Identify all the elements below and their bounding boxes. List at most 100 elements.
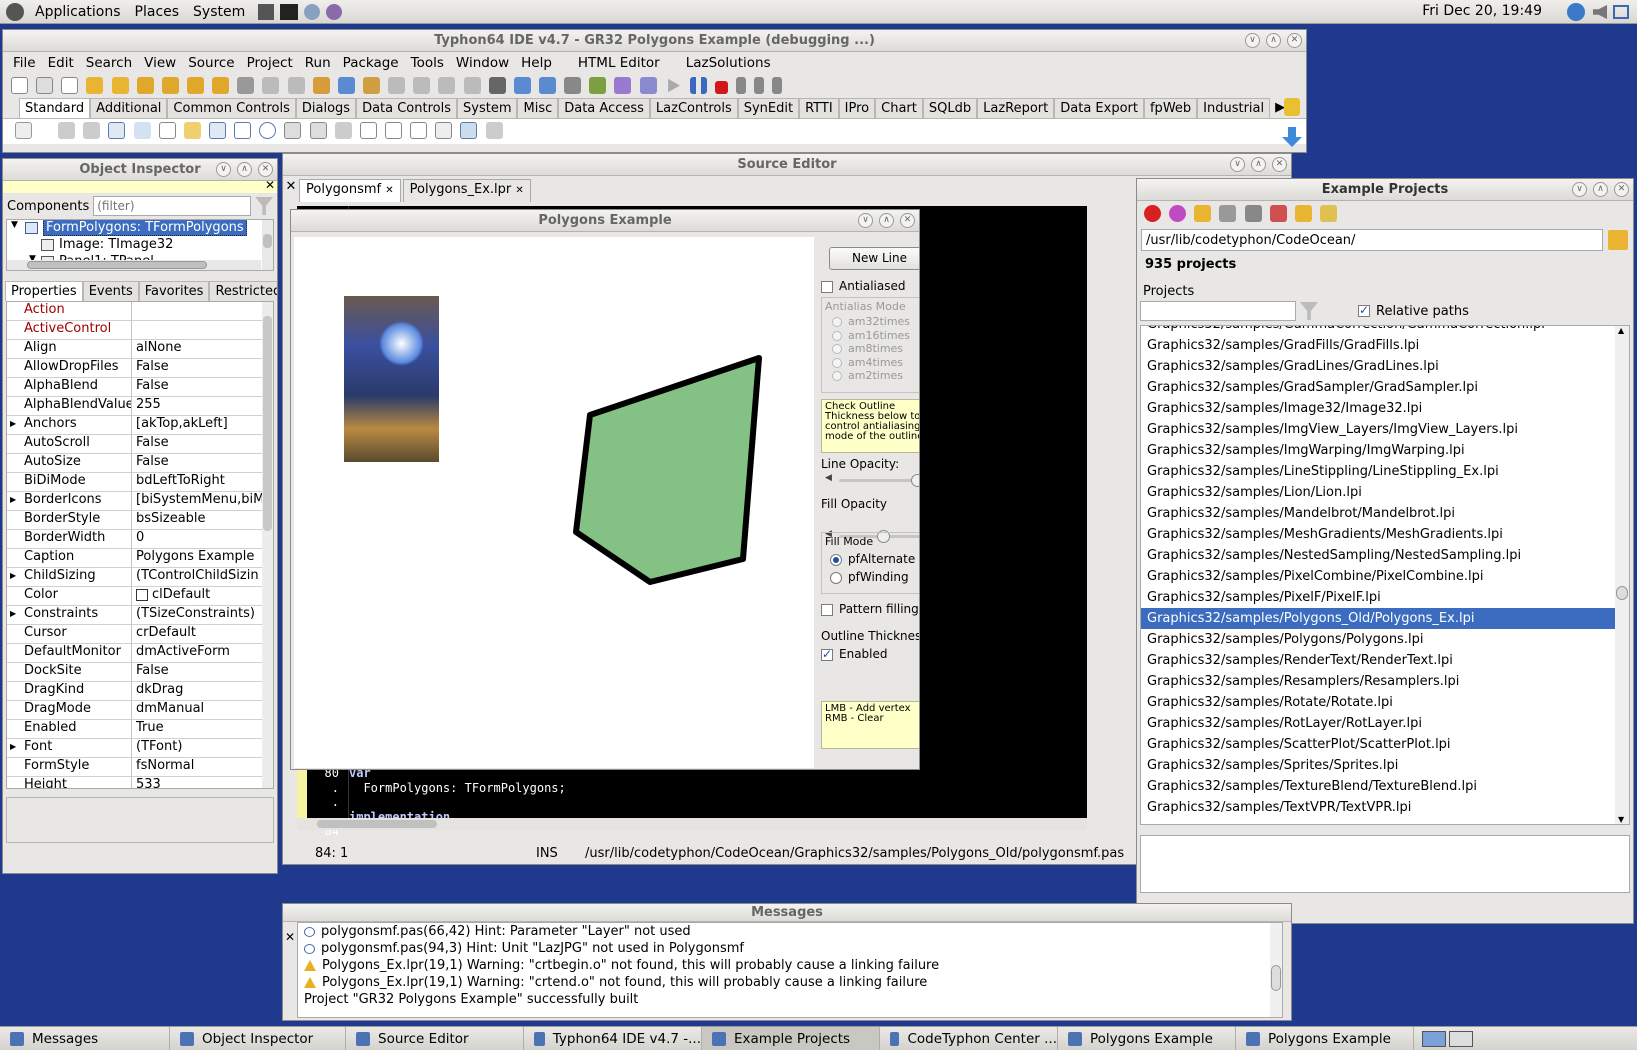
- project-list-item[interactable]: Graphics32/samples/Image32/Image32.lpi: [1141, 398, 1619, 419]
- label-component-icon[interactable]: [133, 122, 151, 139]
- groupbox-component-icon[interactable]: [359, 122, 377, 139]
- main-menu-component-icon[interactable]: [58, 122, 76, 139]
- minimize-icon[interactable]: ∨: [1245, 33, 1260, 48]
- frame-component-icon[interactable]: [460, 122, 478, 139]
- stop-icon[interactable]: [714, 81, 728, 94]
- new-unit-icon[interactable]: [61, 77, 79, 94]
- chat-launcher-icon[interactable]: [326, 3, 343, 20]
- radiogroup-component-icon[interactable]: [384, 122, 402, 139]
- project-list-item[interactable]: Graphics32/samples/Polygons_Old/Polygons…: [1141, 608, 1619, 629]
- property-value[interactable]: (TControlChildSizin: [132, 568, 273, 586]
- components-filter-input[interactable]: [93, 196, 252, 216]
- property-value[interactable]: [akTop,akLeft]: [132, 416, 273, 434]
- project-list-item[interactable]: Graphics32/samples/TextVPR/TextVPR.lpi: [1141, 797, 1619, 818]
- property-row[interactable]: Cursor crDefault: [7, 625, 273, 644]
- property-value[interactable]: [biSystemMenu,biM: [132, 492, 273, 510]
- tab-properties[interactable]: Properties: [5, 281, 83, 301]
- taskbar-item[interactable]: CodeTyphon Center ...: [880, 1027, 1058, 1050]
- se-maximize-icon[interactable]: ∧: [1251, 157, 1266, 172]
- project-list-item[interactable]: Graphics32/samples/LineStippling/LineSti…: [1141, 461, 1619, 482]
- menu-html-editor[interactable]: HTML Editor: [578, 55, 660, 71]
- taskbar-item[interactable]: Messages: [0, 1027, 170, 1050]
- workspace-switcher[interactable]: [1414, 1027, 1473, 1050]
- property-value[interactable]: False: [132, 378, 273, 396]
- debug-config-icon[interactable]: [513, 77, 531, 94]
- close-icon[interactable]: ✕: [1287, 33, 1302, 48]
- options-icon[interactable]: [312, 77, 330, 94]
- relative-paths-check[interactable]: [1358, 303, 1370, 317]
- project-list-item[interactable]: Graphics32/samples/Polygons/Polygons.lpi: [1141, 629, 1619, 650]
- property-value[interactable]: [132, 321, 273, 339]
- project-list-item[interactable]: Graphics32/samples/PixelF/PixelF.lpi: [1141, 587, 1619, 608]
- view-forms-icon[interactable]: [287, 77, 305, 94]
- open-recent-icon[interactable]: [111, 77, 129, 94]
- compile-icon[interactable]: [337, 77, 355, 94]
- menu-project[interactable]: Project: [247, 55, 293, 71]
- taskbar-item[interactable]: Source Editor: [346, 1027, 524, 1050]
- remove-icon[interactable]: [1269, 205, 1287, 222]
- project-list-item[interactable]: Graphics32/samples/Mandelbrot/Mandelbrot…: [1141, 503, 1619, 524]
- tab-ipro[interactable]: IPro: [838, 98, 876, 118]
- button-component-icon[interactable]: [108, 122, 126, 139]
- property-row[interactable]: Height 533: [7, 777, 273, 788]
- pe-maximize-icon[interactable]: ∧: [879, 213, 894, 228]
- property-expand-icon[interactable]: ▶: [10, 609, 16, 618]
- property-value[interactable]: dmManual: [132, 701, 273, 719]
- property-row[interactable]: ▶ ChildSizing (TControlChildSizin: [7, 568, 273, 587]
- property-value[interactable]: False: [132, 663, 273, 681]
- pattern-filling-checkbox[interactable]: Pattern filling: [821, 602, 919, 616]
- polygons-titlebar[interactable]: Polygons Example ∨ ∧ ✕: [291, 210, 919, 232]
- project-list-item[interactable]: Graphics32/samples/RotLayer/RotLayer.lpi: [1141, 713, 1619, 734]
- network-icon[interactable]: [1567, 3, 1585, 21]
- fill-mode-alternate[interactable]: pfAlternate: [822, 550, 919, 568]
- messages-vscrollbar[interactable]: [1270, 923, 1282, 1017]
- project-list-item[interactable]: Graphics32/samples/ImgView_Layers/ImgVie…: [1141, 419, 1619, 440]
- property-row[interactable]: DockSite False: [7, 663, 273, 682]
- property-row[interactable]: Action: [7, 302, 273, 321]
- terminal-launcher-icon[interactable]: [258, 3, 275, 20]
- property-value[interactable]: 0: [132, 530, 273, 548]
- step-icon[interactable]: [614, 77, 632, 94]
- alternate-radio[interactable]: [830, 553, 842, 566]
- property-value[interactable]: bdLeftToRight: [132, 473, 273, 491]
- tab-events[interactable]: Events: [82, 281, 139, 301]
- listbox-component-icon[interactable]: [284, 122, 302, 139]
- refresh-icon[interactable]: [1169, 205, 1187, 222]
- tree-hscrollbar[interactable]: [7, 260, 261, 270]
- step-out-icon[interactable]: [772, 77, 783, 94]
- project-list-item[interactable]: Graphics32/samples/TextureBlend/TextureB…: [1141, 776, 1619, 797]
- tab-dialogs[interactable]: Dialogs: [295, 98, 357, 118]
- aa-mode-radio[interactable]: [832, 371, 842, 381]
- tab-favorites[interactable]: Favorites: [138, 281, 210, 301]
- folder-icon[interactable]: [1294, 205, 1312, 222]
- scrollbar-component-icon[interactable]: [334, 122, 352, 139]
- line-opacity-slider[interactable]: ◀▶: [825, 473, 919, 487]
- menu-lazsolutions[interactable]: LazSolutions: [686, 55, 771, 71]
- property-row[interactable]: ActiveControl: [7, 321, 273, 340]
- project-icon[interactable]: [212, 77, 230, 94]
- projects-vscrollbar[interactable]: ▲ ▼: [1615, 326, 1629, 824]
- menu-view[interactable]: View: [144, 55, 176, 71]
- property-expand-icon[interactable]: ▶: [10, 742, 16, 751]
- aa-mode-option[interactable]: am16times: [832, 329, 919, 343]
- property-value[interactable]: False: [132, 454, 273, 472]
- gnome-foot-icon[interactable]: [6, 2, 24, 21]
- volume-icon[interactable]: [1593, 5, 1607, 19]
- taskbar-item[interactable]: Object Inspector: [170, 1027, 346, 1050]
- tab-polygons-ex-close-icon[interactable]: ✕: [515, 185, 523, 196]
- aa-mode-option[interactable]: am32times: [832, 315, 919, 329]
- monitor-launcher-icon[interactable]: [280, 3, 299, 20]
- property-row[interactable]: AlphaBlend False: [7, 378, 273, 397]
- project-list-item[interactable]: Graphics32/samples/RenderText/RenderText…: [1141, 650, 1619, 671]
- clock[interactable]: Fri Dec 20, 19:49: [1422, 3, 1542, 19]
- code-hscrollbar[interactable]: [297, 818, 1087, 830]
- tab-rtti[interactable]: RTTI: [799, 98, 839, 118]
- property-value[interactable]: crDefault: [132, 625, 273, 643]
- open-icon[interactable]: [86, 77, 104, 94]
- property-row[interactable]: ▶ BorderIcons [biSystemMenu,biM: [7, 492, 273, 511]
- ide-titlebar[interactable]: Typhon64 IDE v4.7 - GR32 Polygons Exampl…: [3, 30, 1306, 52]
- oi-close-icon[interactable]: ✕: [258, 162, 273, 177]
- object-inspector-titlebar[interactable]: Object Inspector ∨ ∧ ✕: [3, 159, 277, 181]
- property-value[interactable]: True: [132, 720, 273, 738]
- browser-launcher-icon[interactable]: [304, 3, 321, 20]
